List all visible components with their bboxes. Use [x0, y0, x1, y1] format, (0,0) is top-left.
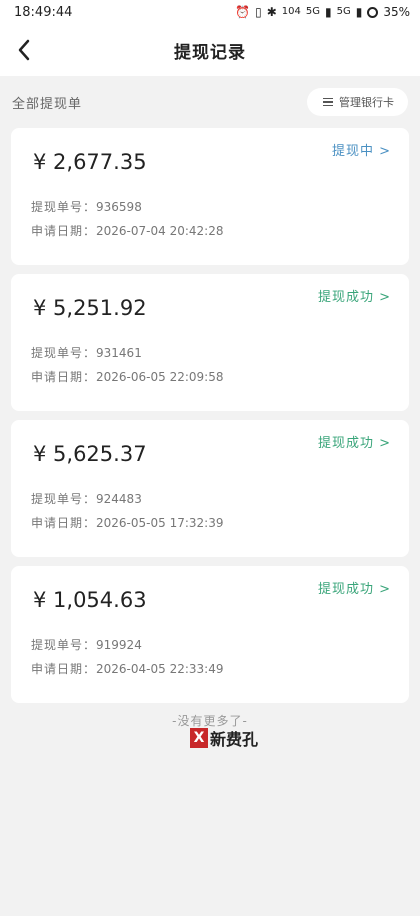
order-label: 提现单号：: [31, 346, 97, 360]
signal-bars-icon: ▮: [324, 5, 332, 19]
withdrawal-status[interactable]: 提现成功 >: [318, 432, 391, 451]
net-speed: 104: [281, 6, 301, 17]
bluetooth-icon: ✱: [266, 5, 277, 19]
order-label: 提现单号：: [31, 200, 97, 214]
date-info: 申请日期：2026-04-05 22:33:49: [31, 660, 223, 677]
alarm-icon: ⏰: [235, 5, 251, 19]
filter-row: 全部提现单 管理银行卡: [0, 76, 420, 128]
order-info: 提现单号：936598: [31, 198, 142, 215]
chevron-left-icon: [18, 39, 30, 61]
order-info: 提现单号：919924: [31, 636, 142, 653]
withdrawal-status[interactable]: 提现成功 >: [318, 286, 391, 305]
withdrawal-card[interactable]: ¥ 1,054.63 提现成功 > 提现单号：919924 申请日期：2026-…: [11, 566, 409, 703]
battery-level: 35%: [383, 5, 410, 19]
withdrawal-amount: ¥ 2,677.35: [33, 150, 147, 174]
withdrawal-card[interactable]: ¥ 2,677.35 提现中 > 提现单号：936598 申请日期：2026-0…: [11, 128, 409, 265]
withdrawal-list: ¥ 2,677.35 提现中 > 提现单号：936598 申请日期：2026-0…: [0, 128, 420, 703]
date-info: 申请日期：2026-07-04 20:42:28: [31, 222, 223, 239]
date-info: 申请日期：2026-05-05 17:32:39: [31, 514, 223, 531]
apply-date: 2026-07-04 20:42:28: [96, 224, 224, 238]
status-icons: ⏰ ▯ ✱ 104 5G ▮ 5G ▮ 35%: [235, 5, 410, 19]
watermark-text: 新费孔: [210, 730, 259, 749]
order-number: 931461: [96, 346, 142, 360]
back-button[interactable]: [10, 36, 38, 64]
signal-bars-icon: ▮: [355, 5, 363, 19]
battery-icon: [367, 6, 379, 18]
status-bar: 18:49:44 ⏰ ▯ ✱ 104 5G ▮ 5G ▮ 35%: [0, 0, 420, 24]
page-title: 提现记录: [174, 42, 246, 63]
order-label: 提现单号：: [31, 638, 97, 652]
manage-bank-card-label: 管理银行卡: [339, 96, 394, 109]
order-number: 936598: [96, 200, 142, 214]
date-label: 申请日期：: [31, 516, 97, 530]
withdrawal-amount: ¥ 5,251.92: [33, 296, 147, 320]
signal-5g-b: 5G: [336, 6, 351, 17]
date-label: 申请日期：: [31, 662, 97, 676]
date-info: 申请日期：2026-06-05 22:09:58: [31, 368, 223, 385]
nav-bar: 提现记录: [0, 24, 420, 76]
signal-5g-a: 5G: [305, 6, 320, 17]
watermark-mark: X: [190, 728, 208, 748]
order-number: 919924: [96, 638, 142, 652]
withdrawal-status[interactable]: 提现成功 >: [318, 578, 391, 597]
apply-date: 2026-05-05 17:32:39: [96, 516, 224, 530]
order-info: 提现单号：924483: [31, 490, 142, 507]
withdrawal-card[interactable]: ¥ 5,625.37 提现成功 > 提现单号：924483 申请日期：2026-…: [11, 420, 409, 557]
order-number: 924483: [96, 492, 142, 506]
date-label: 申请日期：: [31, 370, 97, 384]
status-time: 18:49:44: [14, 4, 73, 20]
order-label: 提现单号：: [31, 492, 97, 506]
withdrawal-amount: ¥ 5,625.37: [33, 442, 147, 466]
date-label: 申请日期：: [31, 224, 97, 238]
list-icon: [323, 97, 333, 107]
manage-bank-card-button[interactable]: 管理银行卡: [307, 88, 408, 116]
withdrawal-status[interactable]: 提现中 >: [332, 140, 391, 159]
filter-label[interactable]: 全部提现单: [12, 93, 82, 112]
withdrawal-card[interactable]: ¥ 5,251.92 提现成功 > 提现单号：931461 申请日期：2026-…: [11, 274, 409, 411]
withdrawal-amount: ¥ 1,054.63: [33, 588, 147, 612]
vibrate-icon: ▯: [255, 5, 262, 19]
apply-date: 2026-06-05 22:09:58: [96, 370, 224, 384]
order-info: 提现单号：931461: [31, 344, 142, 361]
apply-date: 2026-04-05 22:33:49: [96, 662, 224, 676]
watermark-logo: X 新费孔: [190, 726, 258, 750]
